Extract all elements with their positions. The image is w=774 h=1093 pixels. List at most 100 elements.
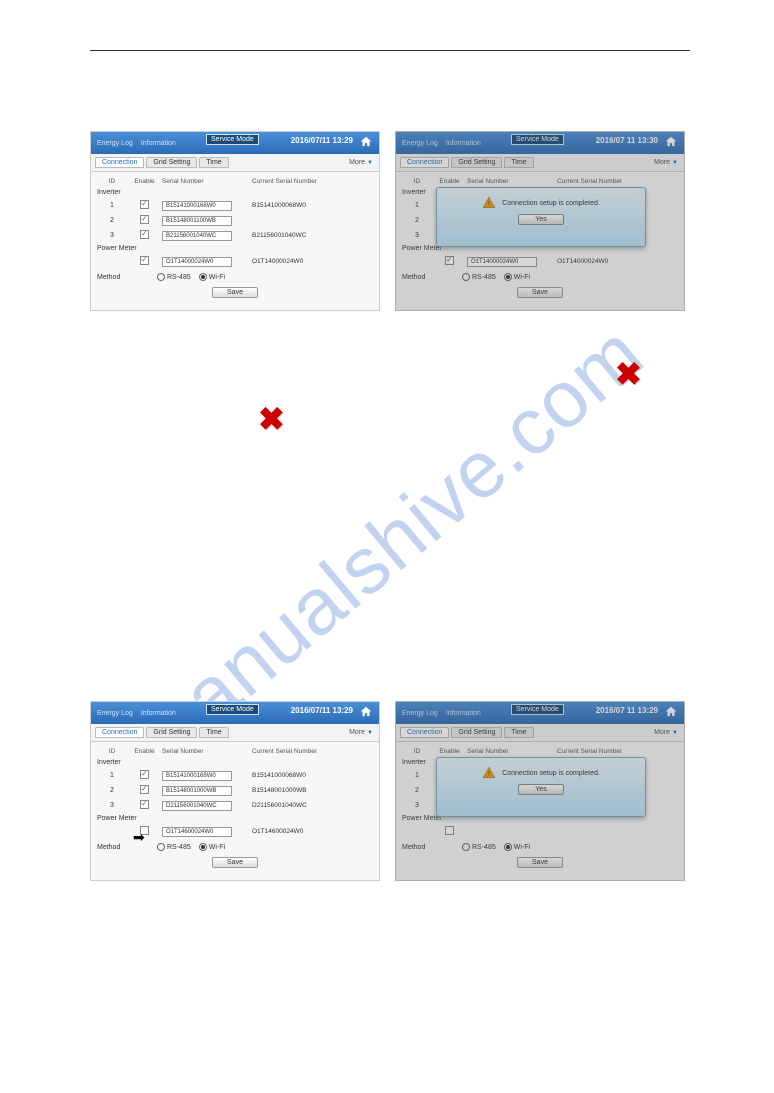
radio-wifi[interactable]	[504, 273, 512, 281]
more-dropdown[interactable]: More▼	[654, 159, 678, 166]
header-link-energy[interactable]: Energy Log	[97, 140, 133, 147]
cell-current: O1T14000024W0	[252, 258, 373, 265]
section-power-meter: Power Meter	[97, 243, 373, 254]
enable-checkbox[interactable]	[140, 215, 149, 224]
serial-input[interactable]: B21156001040WC	[162, 231, 232, 241]
tab-bar: Connection Grid Setting Time More▼	[396, 724, 684, 742]
tab-grid-setting[interactable]: Grid Setting	[146, 157, 197, 168]
enable-checkbox[interactable]	[140, 785, 149, 794]
tab-time[interactable]: Time	[199, 727, 228, 738]
col-serial: Serial Number	[162, 178, 252, 185]
warning-icon: !	[482, 196, 496, 210]
svg-text:!: !	[488, 771, 490, 778]
table-row: 1 B15141000168W0 B15141000068W0	[97, 768, 373, 783]
radio-rs485[interactable]	[462, 843, 470, 851]
enable-checkbox[interactable]	[140, 256, 149, 265]
radio-rs485[interactable]	[157, 843, 165, 851]
yes-button[interactable]: Yes	[518, 214, 563, 225]
method-row: Method RS-485 Wi-Fi	[97, 269, 373, 285]
service-mode-badge: Service Mode	[511, 134, 564, 145]
col-enable: Enable	[127, 178, 162, 185]
home-icon[interactable]	[664, 135, 678, 149]
serial-input[interactable]: B15141000168W0	[162, 771, 232, 781]
home-icon[interactable]	[359, 705, 373, 719]
cell-id: 3	[97, 232, 127, 239]
enable-checkbox[interactable]	[140, 200, 149, 209]
more-dropdown[interactable]: More▼	[349, 729, 373, 736]
tab-grid-setting[interactable]: Grid Setting	[451, 727, 502, 738]
serial-input[interactable]: B15148001000WB	[162, 786, 232, 796]
radio-rs485[interactable]	[462, 273, 470, 281]
header-link-energy[interactable]: Energy Log	[402, 710, 438, 717]
tab-connection[interactable]: Connection	[95, 157, 144, 168]
panel-header: Energy Log Information Service Mode 2016…	[396, 132, 684, 154]
table-header: ID Enable Serial Number Current Serial N…	[97, 176, 373, 187]
more-dropdown[interactable]: More▼	[349, 159, 373, 166]
radio-wifi[interactable]	[199, 843, 207, 851]
header-link-energy[interactable]: Energy Log	[97, 710, 133, 717]
serial-input[interactable]: B15148001100WB	[162, 216, 232, 226]
radio-wifi[interactable]	[199, 273, 207, 281]
header-link-energy[interactable]: Energy Log	[402, 140, 438, 147]
cell-id: 1	[97, 202, 127, 209]
screenshot-row: Energy Log Information Service Mode 2016…	[90, 131, 690, 311]
tab-connection[interactable]: Connection	[95, 727, 144, 738]
screenshot-panel-b: Energy Log Information Service Mode 2016…	[395, 131, 685, 311]
save-button[interactable]: Save	[517, 857, 563, 868]
table-header: ID Enable Serial Number Current Serial N…	[97, 746, 373, 757]
table-row: 2 B15148001100WB	[97, 213, 373, 228]
service-mode-badge: Service Mode	[206, 704, 259, 715]
method-label: Method	[97, 274, 157, 281]
home-icon[interactable]	[664, 705, 678, 719]
tab-bar: Connection Grid Setting Time More▼	[396, 154, 684, 172]
yes-button[interactable]: Yes	[518, 784, 563, 795]
serial-input[interactable]: O1T14600024W0	[162, 827, 232, 837]
tab-grid-setting[interactable]: Grid Setting	[146, 727, 197, 738]
tab-bar: Connection Grid Setting Time More▼	[91, 154, 379, 172]
serial-input[interactable]: O1T14000024W0	[467, 257, 537, 267]
enable-checkbox[interactable]	[140, 800, 149, 809]
tab-connection[interactable]: Connection	[400, 727, 449, 738]
tab-time[interactable]: Time	[504, 727, 533, 738]
enable-checkbox[interactable]	[445, 256, 454, 265]
home-icon[interactable]	[359, 135, 373, 149]
radio-label: RS-485	[167, 274, 191, 281]
screenshot-row: Energy Log Information Service Mode 2016…	[90, 701, 690, 881]
header-link-info[interactable]: Information	[446, 140, 481, 147]
screenshot-panel-d: Energy Log Information Service Mode 2016…	[395, 701, 685, 881]
more-dropdown[interactable]: More▼	[654, 729, 678, 736]
timestamp: 2016/07/11 13:29	[291, 136, 353, 145]
arrow-right-icon: ➡	[133, 829, 145, 846]
radio-wifi[interactable]	[504, 843, 512, 851]
enable-checkbox[interactable]	[140, 230, 149, 239]
enable-checkbox[interactable]	[445, 826, 454, 835]
page-content: Energy Log Information Service Mode 2016…	[90, 50, 690, 901]
tab-grid-setting[interactable]: Grid Setting	[451, 157, 502, 168]
save-button[interactable]: Save	[517, 287, 563, 298]
section-power-meter: Power Meter	[97, 813, 373, 824]
panel-content: ID Enable Serial Number Current Serial N…	[91, 172, 379, 302]
timestamp: 2016/07/11 13:29	[291, 706, 353, 715]
panel-header: Energy Log Information Service Mode 2016…	[91, 702, 379, 724]
col-id: ID	[97, 178, 127, 185]
chevron-down-icon: ▼	[367, 730, 373, 736]
tab-connection[interactable]: Connection	[400, 157, 449, 168]
header-link-info[interactable]: Information	[446, 710, 481, 717]
header-link-info[interactable]: Information	[141, 710, 176, 717]
chevron-down-icon: ▼	[367, 160, 373, 166]
table-row: 1 B15141000168W0 B15141000068W0	[97, 198, 373, 213]
serial-input[interactable]: B15141000168W0	[162, 201, 232, 211]
header-link-info[interactable]: Information	[141, 140, 176, 147]
enable-checkbox[interactable]	[140, 770, 149, 779]
serial-input[interactable]: O1T14000024W0	[162, 257, 232, 267]
service-mode-badge: Service Mode	[511, 704, 564, 715]
serial-input[interactable]: D21156001040WC	[162, 801, 232, 811]
tab-time[interactable]: Time	[199, 157, 228, 168]
svg-text:!: !	[488, 201, 490, 208]
table-row: 3 B21156001040WC B21156001040WC	[97, 228, 373, 243]
save-button[interactable]: Save	[212, 287, 258, 298]
col-current: Current Serial Number	[252, 178, 373, 185]
radio-rs485[interactable]	[157, 273, 165, 281]
save-button[interactable]: Save	[212, 857, 258, 868]
tab-time[interactable]: Time	[504, 157, 533, 168]
